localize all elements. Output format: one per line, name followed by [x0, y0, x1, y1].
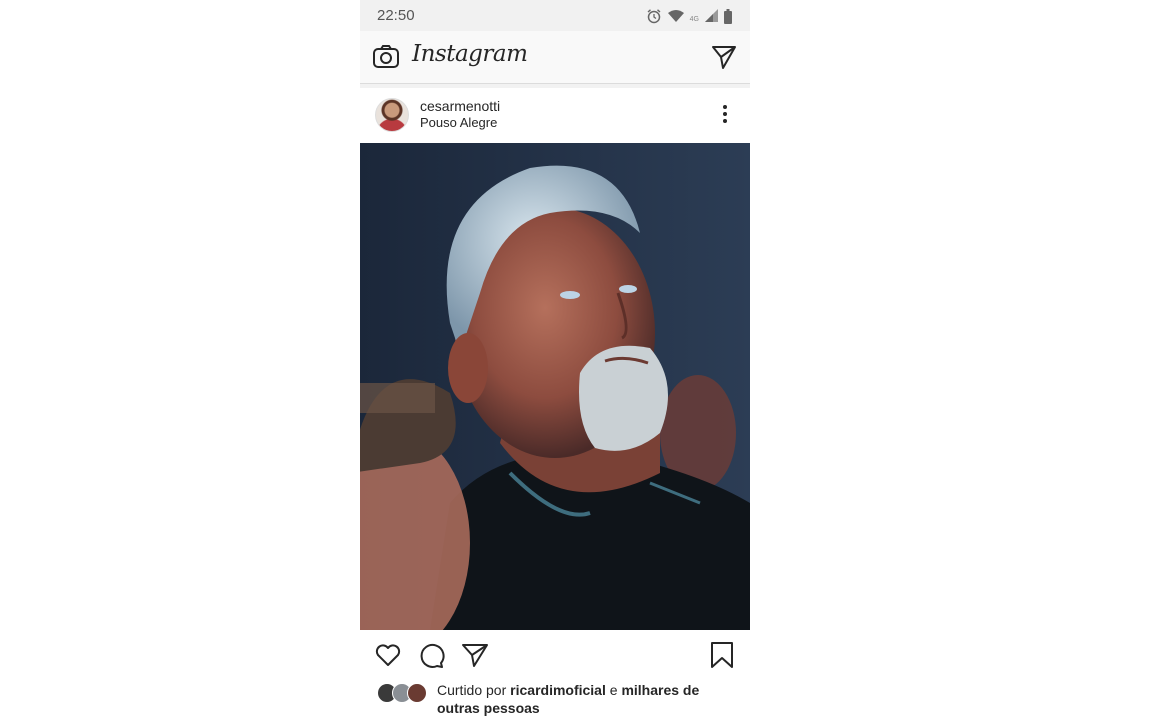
post-location[interactable]: Pouso Alegre — [420, 115, 497, 130]
network-type: 4G — [689, 15, 699, 23]
battery-icon — [724, 8, 732, 24]
post-actions — [360, 630, 750, 680]
alarm-icon — [647, 9, 661, 24]
camera-icon[interactable] — [372, 43, 400, 71]
post-photo-illustration — [360, 143, 750, 630]
likes-summary[interactable]: Curtido por ricardimoficial e milhares d… — [360, 680, 750, 720]
post-photo[interactable] — [360, 143, 750, 630]
liker-username[interactable]: ricardimoficial — [510, 682, 606, 698]
share-icon[interactable] — [461, 641, 489, 669]
liker-avatar — [407, 683, 427, 703]
liker-avatars — [377, 683, 429, 703]
signal-icon — [705, 9, 718, 22]
avatar[interactable] — [375, 98, 409, 132]
likes-prefix: Curtido por — [437, 682, 507, 698]
comment-icon[interactable] — [418, 641, 446, 669]
post-username[interactable]: cesarmenotti — [420, 98, 500, 114]
phone-screen: 22:50 4G Instagram cesarmenotti Pouso Al… — [360, 0, 750, 720]
likes-conjunction: e — [609, 682, 618, 698]
likes-text: Curtido por ricardimoficial e milhares d… — [437, 681, 737, 717]
status-bar: 22:50 4G — [360, 0, 750, 31]
more-options-icon[interactable] — [722, 104, 728, 124]
app-bar: Instagram — [360, 31, 750, 84]
heart-icon[interactable] — [374, 641, 402, 669]
post-header: cesarmenotti Pouso Alegre — [360, 88, 750, 143]
wifi-icon — [667, 10, 684, 22]
status-time: 22:50 — [377, 7, 415, 24]
status-icons: 4G — [646, 7, 732, 25]
bookmark-icon[interactable] — [708, 641, 736, 669]
app-logo: Instagram — [412, 41, 528, 67]
paper-plane-icon[interactable] — [710, 43, 738, 71]
